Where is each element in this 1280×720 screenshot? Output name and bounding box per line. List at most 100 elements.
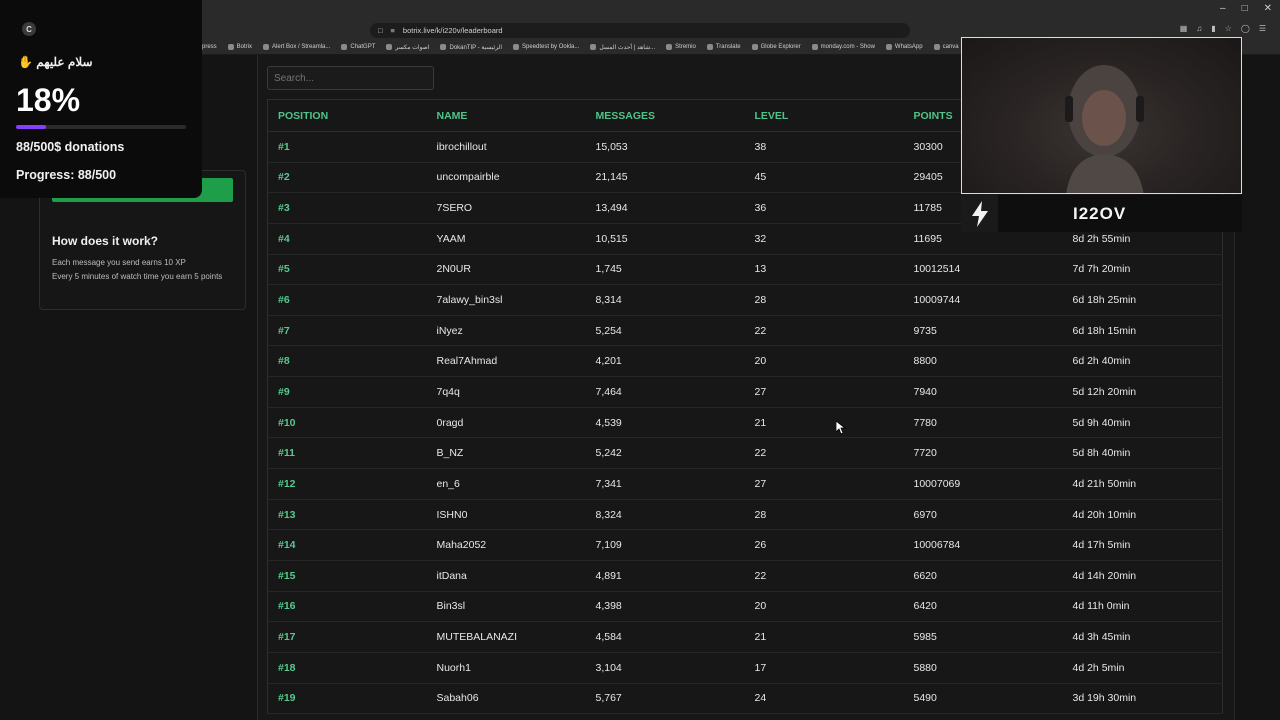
cell-position: #12 [267,468,427,500]
cell-watchtime: 5d 8h 40min [1062,437,1223,470]
shield-icon[interactable]: ◯ [1241,24,1250,33]
bookmark-favicon-icon [227,44,234,50]
sidebar-icon[interactable]: ▮ [1211,24,1215,33]
bookmark-item[interactable]: شاهد | أحدث المسل... [590,44,655,51]
cell-watchtime: 6d 18h 25min [1062,284,1223,316]
bookmark-item[interactable]: press [202,44,217,50]
bookmark-favicon-icon [263,44,270,50]
bookmark-favicon-icon [706,44,713,50]
cell-watchtime: 4d 21h 50min [1062,468,1223,500]
close-icon[interactable]: ✕ [1264,3,1272,14]
bookmark-item[interactable]: WhatsApp [885,44,923,50]
cell-level: 28 [744,284,904,316]
column-header-name[interactable]: NAME [426,99,586,132]
bookmark-item[interactable]: DokanTIP - الرئيسية [440,44,502,51]
cell-position: #13 [267,499,427,531]
table-row: #17 MUTEBALANAZI 4,584 21 5985 4d 3h 45min [267,621,1223,653]
greeting-text: ✋ سلام عليهم [18,55,93,69]
bookmark-icon[interactable]: □ [378,26,383,35]
bookmark-item[interactable]: Translate [706,44,741,50]
cell-points: 5985 [903,621,1063,653]
cell-name: ibrochillout [426,131,586,163]
bookmark-item[interactable]: Alert Box / Streamla... [263,44,330,50]
cell-level: 27 [744,376,904,408]
cell-messages: 3,104 [585,652,745,684]
bookmark-item[interactable]: monday.com - Show [811,44,875,50]
cell-name: 2N0UR [426,254,586,286]
cell-position: #11 [267,437,427,470]
cell-position: #17 [267,621,427,653]
cell-level: 13 [744,254,904,286]
cell-position: #6 [267,284,427,316]
cell-position: #10 [267,407,427,439]
bookmark-item[interactable]: Botrix [227,44,252,50]
cell-messages: 8,314 [585,284,745,316]
bookmark-favicon-icon [933,44,940,50]
bookmark-item[interactable]: Stremio [666,44,696,50]
cell-points: 10009744 [903,284,1063,316]
cell-watchtime: 4d 17h 5min [1062,529,1223,561]
site-info-icon[interactable]: ≡ [391,26,395,35]
cell-messages: 4,539 [585,407,745,439]
cell-position: #16 [267,591,427,623]
extension-icon[interactable]: ▦ [1180,24,1188,33]
cell-messages: 8,324 [585,499,745,531]
app-logo-icon: C [22,22,36,36]
cell-points: 6970 [903,499,1063,531]
cell-level: 22 [744,437,904,470]
bookmark-item[interactable]: Globe Explorer [751,44,801,50]
donation-amount-text: 88/500$ donations [16,140,125,154]
cell-messages: 4,398 [585,591,745,623]
table-row: #18 Nuorh1 3,104 17 5880 4d 2h 5min [267,652,1223,684]
cell-name: Nuorh1 [426,652,586,684]
cell-points: 7780 [903,407,1063,439]
cell-name: Maha2052 [426,529,586,561]
bookmark-favicon-icon [811,44,818,50]
maximize-icon[interactable]: □ [1242,3,1248,14]
cell-points: 10012514 [903,254,1063,286]
cell-name: 7SERO [426,192,586,224]
minimize-icon[interactable]: – [1220,3,1226,14]
waving-hand-icon: ✋ [18,55,33,69]
donation-goal-overlay: C ✋ سلام عليهم 18% 88/500$ donations Pro… [0,0,202,198]
cell-position: #9 [267,376,427,408]
table-row: #16 Bin3sl 4,398 20 6420 4d 11h 0min [267,591,1223,623]
mouse-cursor-icon [836,421,846,435]
url-text[interactable]: botrix.live/k/i220v/leaderboard [403,26,503,35]
table-row: #8 Real7Ahmad 4,201 20 8800 6d 2h 40min [267,345,1223,378]
cell-watchtime: 5d 9h 40min [1062,407,1223,439]
window-controls: – □ ✕ [1220,3,1272,14]
cell-position: #18 [267,652,427,684]
menu-icon[interactable]: ☰ [1259,24,1266,33]
stream-name-text: I22OV [1073,204,1127,223]
column-header-level[interactable]: LEVEL [744,99,904,132]
cell-level: 17 [744,652,904,684]
cell-level: 20 [744,591,904,623]
column-header-messages[interactable]: MESSAGES [585,99,745,132]
cell-watchtime: 4d 3h 45min [1062,621,1223,653]
donation-progress-bar [16,125,186,129]
cell-watchtime: 4d 20h 10min [1062,499,1223,531]
bookmark-item[interactable]: اصوات مكسر [386,44,429,51]
music-icon[interactable]: ♫ [1196,24,1202,33]
table-row: #19 Sabah06 5,767 24 5490 3d 19h 30min [267,683,1223,715]
url-field[interactable]: □ ≡ botrix.live/k/i220v/leaderboard [370,23,910,38]
cell-name: YAAM [426,223,586,255]
cell-level: 20 [744,345,904,378]
search-input[interactable] [267,66,434,90]
bookmark-item[interactable]: Speedtest by Ookla... [513,44,579,50]
star-icon[interactable]: ☆ [1225,24,1232,33]
cell-messages: 1,745 [585,254,745,286]
cell-messages: 7,109 [585,529,745,561]
cell-name: Bin3sl [426,591,586,623]
table-row: #6 7alawy_bin3sl 8,314 28 10009744 6d 18h 25m… [267,284,1223,316]
bookmark-item[interactable]: canva [933,44,959,50]
bookmark-favicon-icon [666,44,673,50]
bookmark-favicon-icon [386,44,393,50]
cell-points: 7940 [903,376,1063,408]
stream-name-bar: I22OV [961,195,1242,232]
cell-messages: 5,767 [585,683,745,715]
bookmark-item[interactable]: ChatGPT [341,44,375,50]
column-header-position[interactable]: POSITION [267,99,427,132]
cell-name: Real7Ahmad [426,345,586,378]
